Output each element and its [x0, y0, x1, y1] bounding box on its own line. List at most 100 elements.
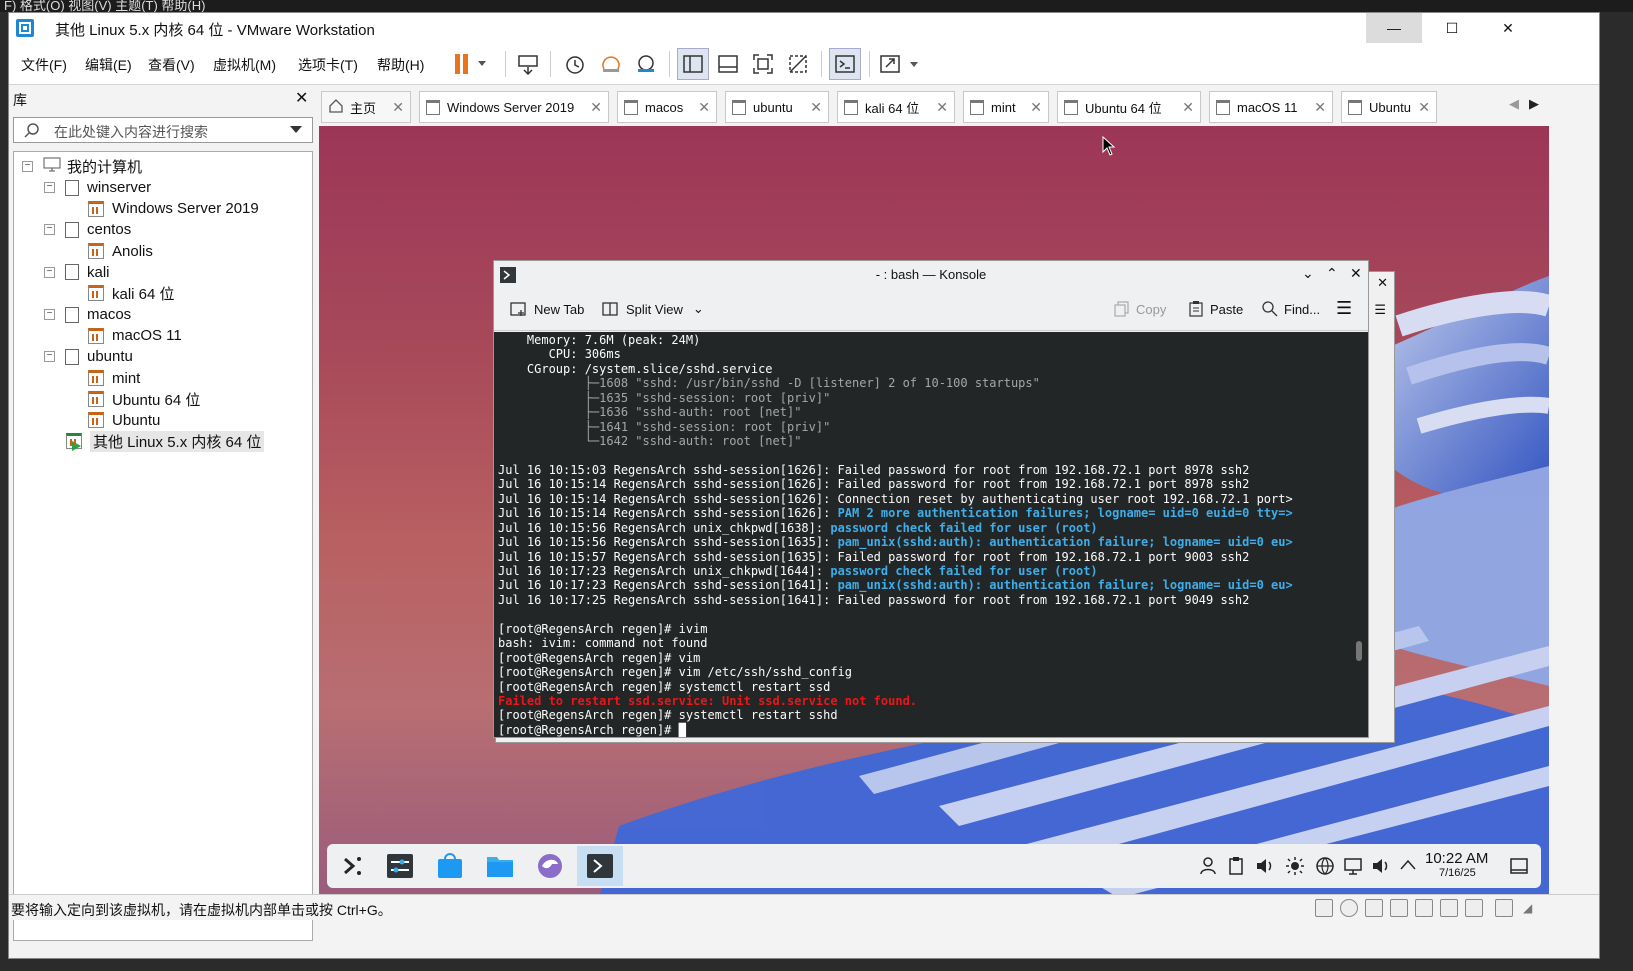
app-launcher-button[interactable]	[331, 850, 373, 882]
tab-close-icon[interactable]: ✕	[810, 99, 822, 116]
minimize-button[interactable]: —	[1366, 13, 1422, 43]
tree-item[interactable]: − ubuntu	[44, 346, 133, 367]
tree-collapse-icon[interactable]: −	[44, 182, 55, 194]
tree-item[interactable]: Anolis	[88, 241, 153, 262]
vm-tab[interactable]: Ubuntu 64 位 ✕	[1057, 91, 1201, 123]
pause-button[interactable]	[447, 48, 495, 80]
konsole-close-icon[interactable]: ✕	[1350, 265, 1362, 282]
tree-item[interactable]: mint	[88, 368, 140, 389]
tree-collapse-icon[interactable]: −	[44, 224, 55, 236]
tree-item[interactable]: macOS 11	[88, 325, 182, 346]
vm-tab[interactable]: mint ✕	[963, 91, 1049, 123]
vm-display[interactable]: ✕ ☰ - : bash — Konsole ⌄ ⌃ ✕ New Tab Spl…	[319, 126, 1549, 898]
tab-close-icon[interactable]: ✕	[698, 99, 710, 116]
vm-tab[interactable]: macOS 11 ✕	[1209, 91, 1333, 123]
audio-volume-icon[interactable]	[1255, 856, 1275, 876]
clipboard-icon[interactable]	[1227, 856, 1245, 876]
tree-item[interactable]: Windows Server 2019	[88, 198, 259, 219]
tab-close-icon[interactable]: ✕	[1314, 99, 1326, 116]
stretch-guest-button[interactable]	[875, 48, 927, 80]
unity-mode-button[interactable]	[782, 48, 814, 80]
tree-item[interactable]: Ubuntu	[88, 410, 160, 431]
tree-collapse-icon[interactable]: −	[44, 351, 55, 363]
library-close-button[interactable]: ✕	[295, 88, 308, 108]
snapshot-button[interactable]	[559, 48, 591, 80]
tab-close-icon[interactable]: ✕	[936, 99, 948, 116]
menu-file[interactable]: 文件(F)	[21, 55, 67, 75]
vm-tab[interactable]: ubuntu ✕	[725, 91, 829, 123]
new-tab-button[interactable]: New Tab	[510, 301, 584, 317]
split-view-button[interactable]: Split View ⌄	[602, 301, 704, 317]
send-ctrl-alt-del-button[interactable]	[512, 48, 544, 80]
sound-card-icon[interactable]	[1415, 899, 1433, 917]
tree-item[interactable]: 其他 Linux 5.x 内核 64 位	[66, 430, 265, 452]
vm-tab[interactable]: Ubuntu ✕	[1341, 91, 1437, 123]
vm-tab[interactable]: 主页 ✕	[321, 91, 411, 123]
tree-item[interactable]: − winserver	[44, 177, 151, 198]
printer-icon[interactable]	[1390, 899, 1408, 917]
clock-time[interactable]: 10:22 AM	[1425, 850, 1488, 867]
vm-tab[interactable]: Windows Server 2019 ✕	[419, 91, 609, 123]
tree-item[interactable]: − kali	[44, 262, 110, 283]
menu-view[interactable]: 查看(V)	[148, 55, 195, 75]
revert-snapshot-button[interactable]	[595, 48, 627, 80]
tab-close-icon[interactable]: ✕	[1418, 99, 1430, 116]
tab-close-icon[interactable]: ✕	[590, 99, 602, 116]
tabs-scroll-left-icon[interactable]: ◀	[1509, 96, 1519, 112]
tray-expand-chevron-icon[interactable]	[1399, 858, 1417, 872]
brightness-icon[interactable]	[1285, 856, 1305, 876]
tree-collapse-icon[interactable]: −	[22, 161, 33, 172]
network-adapter-icon[interactable]	[1365, 899, 1383, 917]
hard-disk-icon[interactable]	[1315, 899, 1333, 917]
dolphin-taskbar-button[interactable]	[479, 850, 521, 882]
library-search-input[interactable]: 在此处键入内容进行搜索	[13, 117, 313, 143]
tab-close-icon[interactable]: ✕	[392, 99, 404, 116]
show-desktop-icon[interactable]	[1509, 856, 1529, 876]
copy-button[interactable]: Copy	[1114, 301, 1166, 317]
tabs-scroll-right-icon[interactable]: ▶	[1529, 96, 1539, 112]
tree-item[interactable]: Ubuntu 64 位	[88, 389, 200, 410]
menu-help[interactable]: 帮助(H)	[377, 55, 424, 75]
background-window-menu-icon[interactable]: ☰	[1374, 302, 1386, 318]
network-icon[interactable]	[1315, 856, 1335, 876]
terminal-output[interactable]: Memory: 7.6M (peak: 24M) CPU: 306ms CGro…	[494, 332, 1368, 737]
chevron-down-icon[interactable]	[290, 126, 302, 134]
menu-edit[interactable]: 编辑(E)	[85, 55, 132, 75]
tree-item[interactable]: − 我的计算机	[22, 156, 142, 177]
cd-dvd-icon[interactable]	[1340, 899, 1358, 917]
close-button[interactable]: ✕	[1480, 13, 1536, 43]
message-log-icon[interactable]	[1495, 899, 1513, 917]
full-screen-button[interactable]	[747, 48, 779, 80]
resize-grip-icon[interactable]: ◢	[1523, 901, 1532, 915]
tree-item[interactable]: − centos	[44, 219, 131, 240]
menu-tabs[interactable]: 选项卡(T)	[298, 55, 358, 75]
konsole-minimize-icon[interactable]: ⌄	[1302, 265, 1314, 282]
show-library-button[interactable]	[677, 48, 709, 80]
background-window-close-icon[interactable]: ✕	[1377, 275, 1388, 291]
vm-tab[interactable]: macos ✕	[617, 91, 717, 123]
speaker-icon[interactable]	[1371, 856, 1391, 876]
hamburger-menu-icon[interactable]: ☰	[1336, 298, 1352, 319]
clock-date[interactable]: 7/16/25	[1439, 867, 1476, 879]
usb-device-icon[interactable]	[1440, 899, 1458, 917]
paste-button[interactable]: Paste	[1188, 301, 1243, 317]
menu-vm[interactable]: 虚拟机(M)	[213, 55, 276, 75]
system-settings-taskbar-button[interactable]	[379, 850, 421, 882]
maximize-button[interactable]: ☐	[1424, 13, 1480, 43]
vm-tab[interactable]: kali 64 位 ✕	[837, 91, 955, 123]
discover-taskbar-button[interactable]	[429, 850, 471, 882]
display-icon[interactable]	[1343, 856, 1363, 876]
browser-taskbar-button[interactable]	[529, 850, 571, 882]
snapshot-manager-button[interactable]	[630, 48, 662, 80]
tab-close-icon[interactable]: ✕	[1182, 99, 1194, 116]
find-button[interactable]: Find...	[1262, 301, 1320, 317]
terminal-scrollbar[interactable]	[1356, 641, 1362, 661]
tree-collapse-icon[interactable]: −	[44, 266, 55, 278]
tree-collapse-icon[interactable]: −	[44, 309, 55, 321]
tree-item[interactable]: − macos	[44, 304, 131, 325]
konsole-taskbar-button[interactable]	[577, 846, 623, 886]
konsole-maximize-icon[interactable]: ⌃	[1326, 265, 1338, 282]
console-view-button[interactable]	[829, 48, 861, 80]
user-icon[interactable]	[1199, 856, 1217, 876]
tree-item[interactable]: kali 64 位	[88, 283, 175, 304]
